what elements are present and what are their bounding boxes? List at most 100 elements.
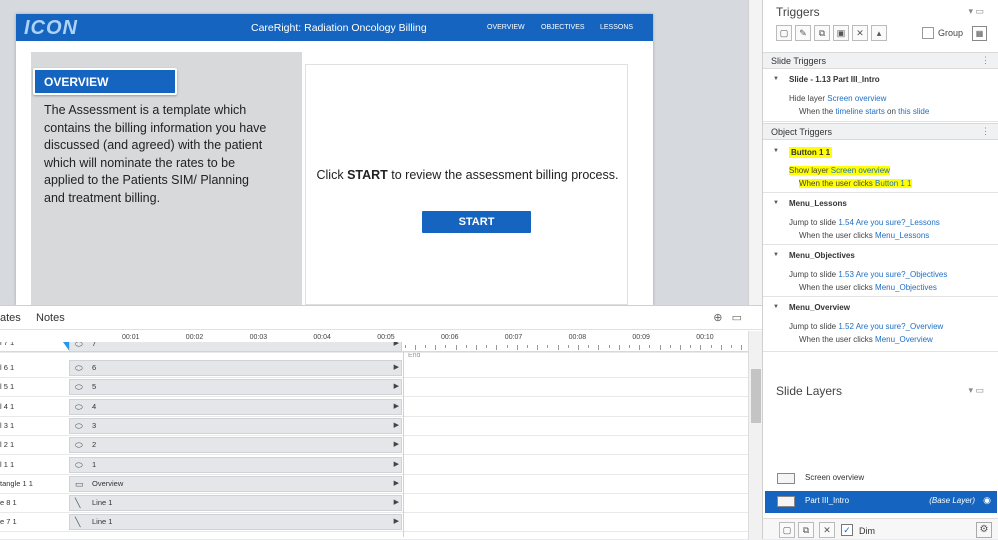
expand-arrow-icon[interactable]: ▶ <box>394 363 399 371</box>
icon-logo: ICON <box>24 17 78 39</box>
object-trigger-group: ▼ Button 1 1 Show layer Screen overview Whe… <box>763 142 998 193</box>
visibility-eye-icon[interactable]: ◉ <box>983 495 991 506</box>
expand-arrow-icon[interactable]: ▶ <box>394 517 399 525</box>
timeline-tabs: ates Notes ⊕ ▭ <box>0 306 762 330</box>
timeline-bar-label: 7 <box>92 342 97 348</box>
layer-row[interactable]: Screen overview <box>763 468 998 488</box>
panel-menu-icon[interactable]: ▾ ▭ <box>968 6 984 17</box>
move-up-icon[interactable]: ▴ <box>871 25 887 41</box>
timeline-bar[interactable]: ⬭ 3 ▶ <box>69 417 402 434</box>
tab-states[interactable]: ates <box>0 312 21 324</box>
ruler-tick-label: 00:01 <box>122 334 140 341</box>
delete-layer-icon[interactable]: ✕ <box>819 522 835 538</box>
layer-thumbnail <box>777 496 795 507</box>
timeline-bar[interactable]: ⬭ 2 ▶ <box>69 437 402 454</box>
timeline-row[interactable]: l 4 1 ⬭ 4 ▶ <box>0 398 748 417</box>
tab-notes[interactable]: Notes <box>36 312 65 324</box>
trigger-action[interactable]: Jump to slide 1.54 Are you sure?_Lessons <box>789 218 940 227</box>
timeline-row[interactable]: e 7 1 ╲ Line 1 ▶ <box>0 513 748 533</box>
expand-arrow-icon[interactable]: ▶ <box>394 479 399 487</box>
gear-icon[interactable]: ⚙ <box>976 522 992 538</box>
nav-lessons[interactable]: LESSONS <box>600 24 633 31</box>
slide-trigger-action[interactable]: Hide layer Screen overview <box>789 94 886 103</box>
ruler-tick-label: 00:06 <box>441 334 459 341</box>
trigger-action[interactable]: Jump to slide 1.53 Are you sure?_Objecti… <box>789 270 947 279</box>
timeline-bar[interactable]: ⬭ 1 ▶ <box>69 456 402 473</box>
slide-triggers-header[interactable]: Slide Triggers ⋮ <box>763 52 998 69</box>
collapse-icon[interactable]: ⋮ <box>981 55 990 66</box>
copy-trigger-icon[interactable]: ⧉ <box>814 25 830 41</box>
expand-arrow-icon[interactable]: ▶ <box>394 382 399 390</box>
timeline-sync-icon[interactable]: ⊕ <box>713 312 722 324</box>
group-checkbox[interactable] <box>922 27 934 39</box>
caret-down-icon[interactable]: ▼ <box>773 148 779 154</box>
expand-arrow-icon[interactable]: ▶ <box>394 402 399 410</box>
timeline-bar[interactable]: ▭ Overview ▶ <box>69 475 402 492</box>
caret-down-icon[interactable]: ▼ <box>773 252 779 258</box>
trigger-condition[interactable]: When the user clicks Menu_Objectives <box>799 283 937 292</box>
oval-icon: ⬭ <box>75 440 83 451</box>
timeline-bar-label: 5 <box>92 382 97 392</box>
timeline-row[interactable]: l 7 1 ⬭ 7 ▶ <box>0 342 748 353</box>
timeline-object-name: e 8 1 <box>0 498 17 508</box>
new-trigger-icon[interactable]: ▢ <box>776 25 792 41</box>
timeline-object-name: l 3 1 <box>0 420 15 430</box>
timeline-scroll-thumb[interactable] <box>751 369 761 423</box>
ruler-tick-label: 00:04 <box>313 334 331 341</box>
dim-checkbox[interactable]: ✓ <box>841 524 853 536</box>
layers-menu-icon[interactable]: ▾ ▭ <box>968 385 984 396</box>
layers-toolbar: ▢ ⧉ ✕ ✓ Dim ⚙ <box>763 518 998 539</box>
trigger-action[interactable]: Show layer Screen overview <box>789 166 890 175</box>
collapse-icon[interactable]: ⋮ <box>981 126 990 137</box>
layer-name: Part III_Intro <box>805 496 850 505</box>
timeline-bar[interactable]: ⬭ 4 ▶ <box>69 398 402 415</box>
timeline-scrollbar[interactable] <box>748 331 762 540</box>
timeline-row[interactable]: l 3 1 ⬭ 3 ▶ <box>0 417 748 436</box>
nav-overview[interactable]: OVERVIEW <box>487 24 525 31</box>
duplicate-layer-icon[interactable]: ⧉ <box>798 522 814 538</box>
timeline-object-name: l 2 1 <box>0 440 15 450</box>
timeline-bar[interactable]: ⬭ 7 ▶ <box>69 342 402 352</box>
caret-down-icon[interactable]: ▼ <box>773 200 779 206</box>
oval-icon: ⬭ <box>75 382 83 393</box>
timeline-bar[interactable]: ⬭ 6 ▶ <box>69 360 402 376</box>
slide-stage: ICON CareRight: Radiation Oncology Billi… <box>0 0 762 305</box>
trigger-condition[interactable]: When the user clicks Menu_Overview <box>799 335 933 344</box>
new-layer-icon[interactable]: ▢ <box>779 522 795 538</box>
trigger-condition[interactable]: When the user clicks Button 1 1 <box>799 179 912 188</box>
timeline-float-icon[interactable]: ▭ <box>732 312 742 324</box>
timeline-bar[interactable]: ╲ Line 1 ▶ <box>69 514 402 531</box>
delete-trigger-icon[interactable]: ✕ <box>852 25 868 41</box>
timeline-object-name: l 6 1 <box>0 363 15 372</box>
paste-trigger-icon[interactable]: ▣ <box>833 25 849 41</box>
caret-down-icon[interactable]: ▼ <box>773 76 779 82</box>
timeline-row[interactable]: l 1 1 ⬭ 1 ▶ <box>0 456 748 475</box>
trigger-condition[interactable]: When the user clicks Menu_Lessons <box>799 231 929 240</box>
edit-trigger-icon[interactable]: ✎ <box>795 25 811 41</box>
timeline-row[interactable]: l 5 1 ⬭ 5 ▶ <box>0 378 748 398</box>
timeline-row[interactable]: e 8 1 ╲ Line 1 ▶ <box>0 494 748 514</box>
expand-arrow-icon[interactable]: ▶ <box>394 460 399 468</box>
nav-objectives[interactable]: OBJECTIVES <box>541 24 585 31</box>
timeline-row[interactable]: l 2 1 ⬭ 2 ▶ <box>0 436 748 456</box>
ruler-tick-label: 00:05 <box>377 334 395 341</box>
trigger-action[interactable]: Jump to slide 1.52 Are you sure?_Overvie… <box>789 322 943 331</box>
timeline-bar-label: 3 <box>92 420 97 430</box>
timeline-bar[interactable]: ⬭ 5 ▶ <box>69 379 402 396</box>
stage-scrollbar[interactable] <box>748 0 762 305</box>
layer-row-selected[interactable]: Part III_Intro (Base Layer) ◉ <box>765 491 997 513</box>
slide-trigger-condition[interactable]: When the timeline starts on this slide <box>799 107 929 116</box>
caret-down-icon[interactable]: ▼ <box>773 304 779 310</box>
expand-arrow-icon[interactable]: ▶ <box>394 342 399 347</box>
timeline-row[interactable]: tangle 1 1 ▭ Overview ▶ <box>0 475 748 494</box>
start-button[interactable]: START <box>422 211 531 233</box>
group-view-icon[interactable]: ▦ <box>972 26 987 41</box>
expand-arrow-icon[interactable]: ▶ <box>394 498 399 506</box>
object-trigger-group: ▼ Menu_Overview Jump to slide 1.52 Are you… <box>763 298 998 352</box>
expand-arrow-icon[interactable]: ▶ <box>394 421 399 429</box>
oval-icon: ⬭ <box>75 459 83 470</box>
expand-arrow-icon[interactable]: ▶ <box>394 440 399 448</box>
object-triggers-header[interactable]: Object Triggers ⋮ <box>763 123 998 140</box>
timeline-row[interactable]: l 6 1 ⬭ 6 ▶ <box>0 359 748 378</box>
timeline-bar[interactable]: ╲ Line 1 ▶ <box>69 495 402 512</box>
